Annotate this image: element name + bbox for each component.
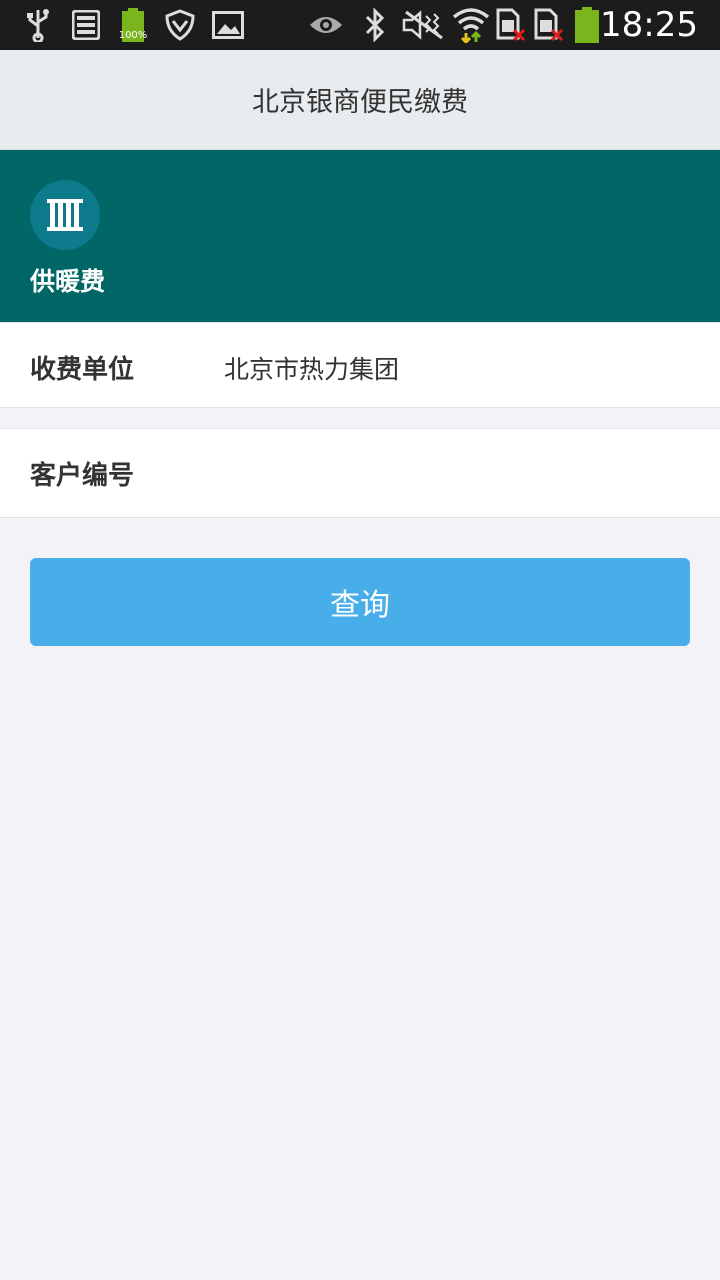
radiator-icon — [30, 180, 100, 250]
billing-unit-label: 收费单位 — [30, 355, 135, 385]
service-banner — [0, 150, 720, 322]
billing-unit-row: 收费单位 北京市热力集团 — [0, 322, 720, 408]
billing-unit-value: 北京市热力集团 — [224, 355, 400, 384]
wifi-icon — [452, 8, 490, 43]
usb-icon — [26, 8, 50, 42]
customer-number-row: 客户编号 — [0, 428, 720, 518]
service-label: 供暖费 — [30, 267, 106, 296]
mute-icon — [402, 8, 444, 42]
eye-icon — [308, 8, 344, 42]
sim2-icon — [534, 8, 564, 42]
page-title: 北京银商便民缴费 — [252, 87, 468, 118]
status-bar: 100% 18:25 — [0, 0, 720, 50]
battery-small-label: 100% — [118, 30, 148, 41]
customer-number-label: 客户编号 — [30, 461, 135, 491]
image-icon — [212, 8, 244, 42]
battery-icon — [574, 7, 600, 43]
status-time: 18:25 — [600, 5, 698, 45]
customer-number-input[interactable] — [224, 447, 694, 497]
query-button[interactable]: 查询 — [30, 558, 690, 646]
shield-icon — [164, 8, 196, 42]
sim1-icon — [496, 8, 526, 42]
battery-small-icon: 100% — [118, 8, 148, 42]
storage-icon — [72, 8, 100, 42]
bluetooth-icon — [364, 8, 386, 42]
title-bar: 北京银商便民缴费 — [0, 50, 720, 150]
